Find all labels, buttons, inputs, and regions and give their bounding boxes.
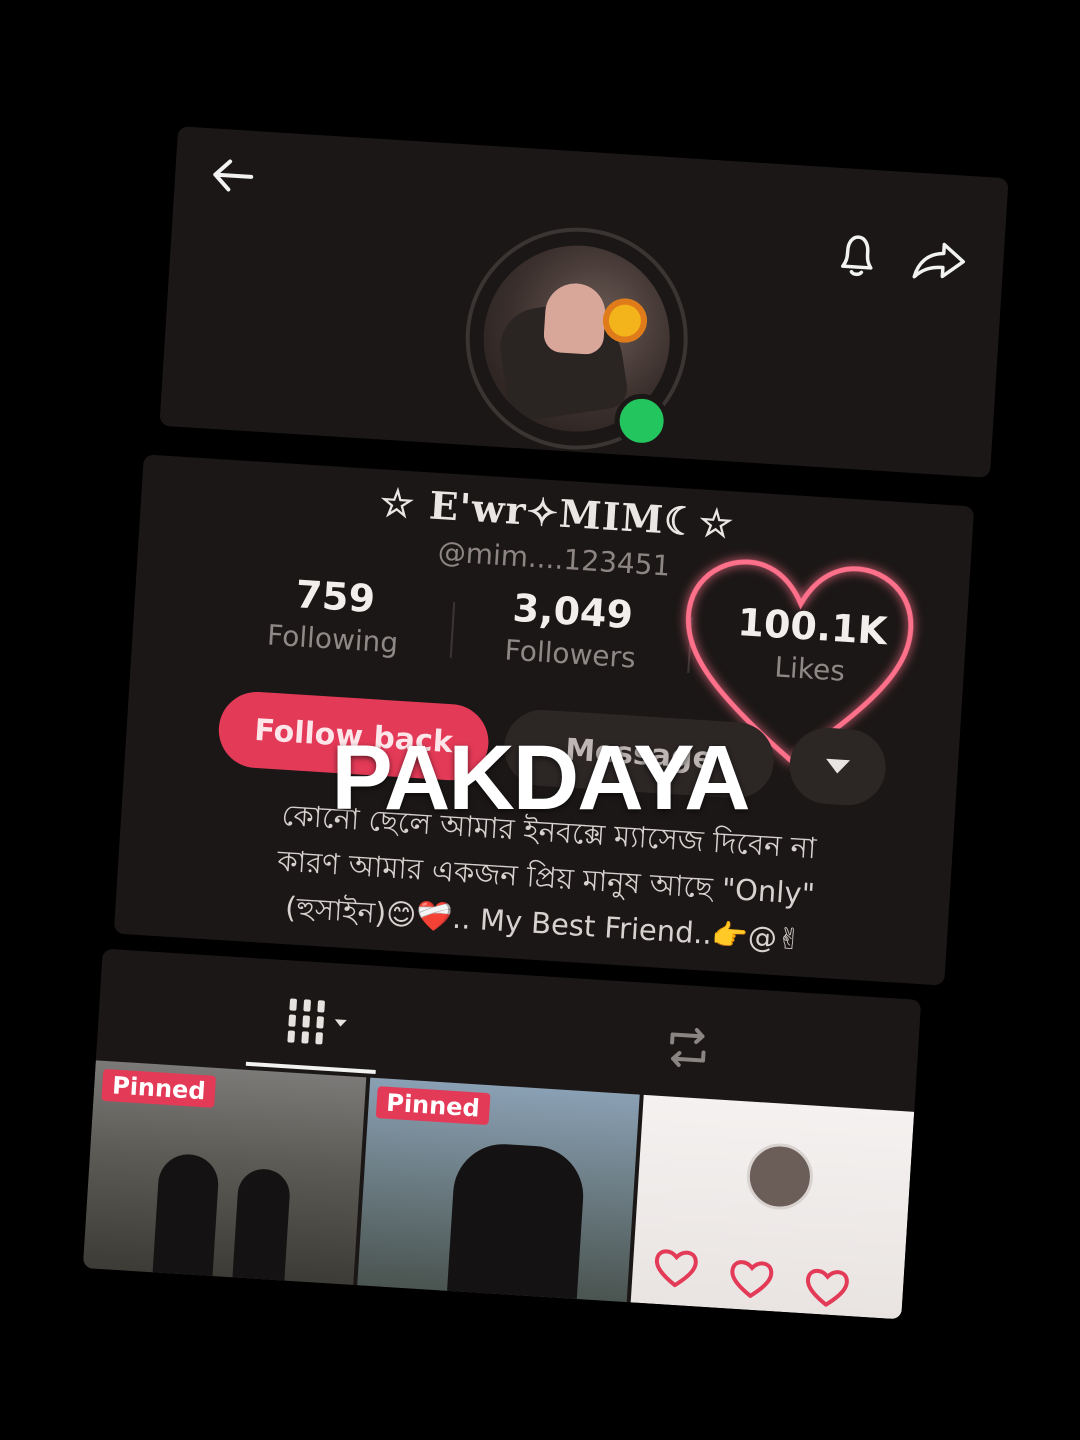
following-label: Following: [266, 618, 400, 660]
following-count: 759: [294, 572, 377, 622]
profile-info-card: ☆ E'wr✧MIM☾☆ @mim....123451 759 Followin…: [113, 454, 975, 986]
stat-divider: [449, 602, 456, 659]
bell-icon[interactable]: [828, 225, 887, 284]
online-status-dot: [613, 392, 671, 450]
grid-icon[interactable]: [277, 990, 361, 1055]
heart-icon: [655, 1249, 699, 1288]
overlay-caption: PAKDAYA: [331, 727, 750, 829]
repost-icon[interactable]: [656, 1018, 719, 1078]
content-card: Pinned Pinned: [82, 948, 922, 1320]
share-arrow-icon[interactable]: [908, 230, 971, 290]
profile-header-card: [159, 126, 1009, 478]
followers-label: Followers: [503, 633, 637, 675]
heart-icon: [806, 1268, 850, 1308]
arrow-left-icon[interactable]: [204, 146, 263, 205]
stat-likes[interactable]: 100.1K Likes: [709, 598, 914, 691]
stat-following[interactable]: 759 Following: [232, 568, 437, 661]
pinned-badge: Pinned: [101, 1068, 217, 1108]
avatar[interactable]: [458, 220, 695, 457]
heart-icon: [730, 1260, 774, 1299]
video-thumbnail[interactable]: [631, 1094, 915, 1320]
video-thumbnail[interactable]: Pinned: [82, 1060, 366, 1285]
stat-followers[interactable]: 3,049 Followers: [469, 583, 674, 676]
avatar: [745, 1141, 816, 1212]
pinned-badge: Pinned: [375, 1086, 491, 1126]
video-thumbnail[interactable]: Pinned: [356, 1077, 641, 1303]
followers-count: 3,049: [511, 585, 635, 638]
